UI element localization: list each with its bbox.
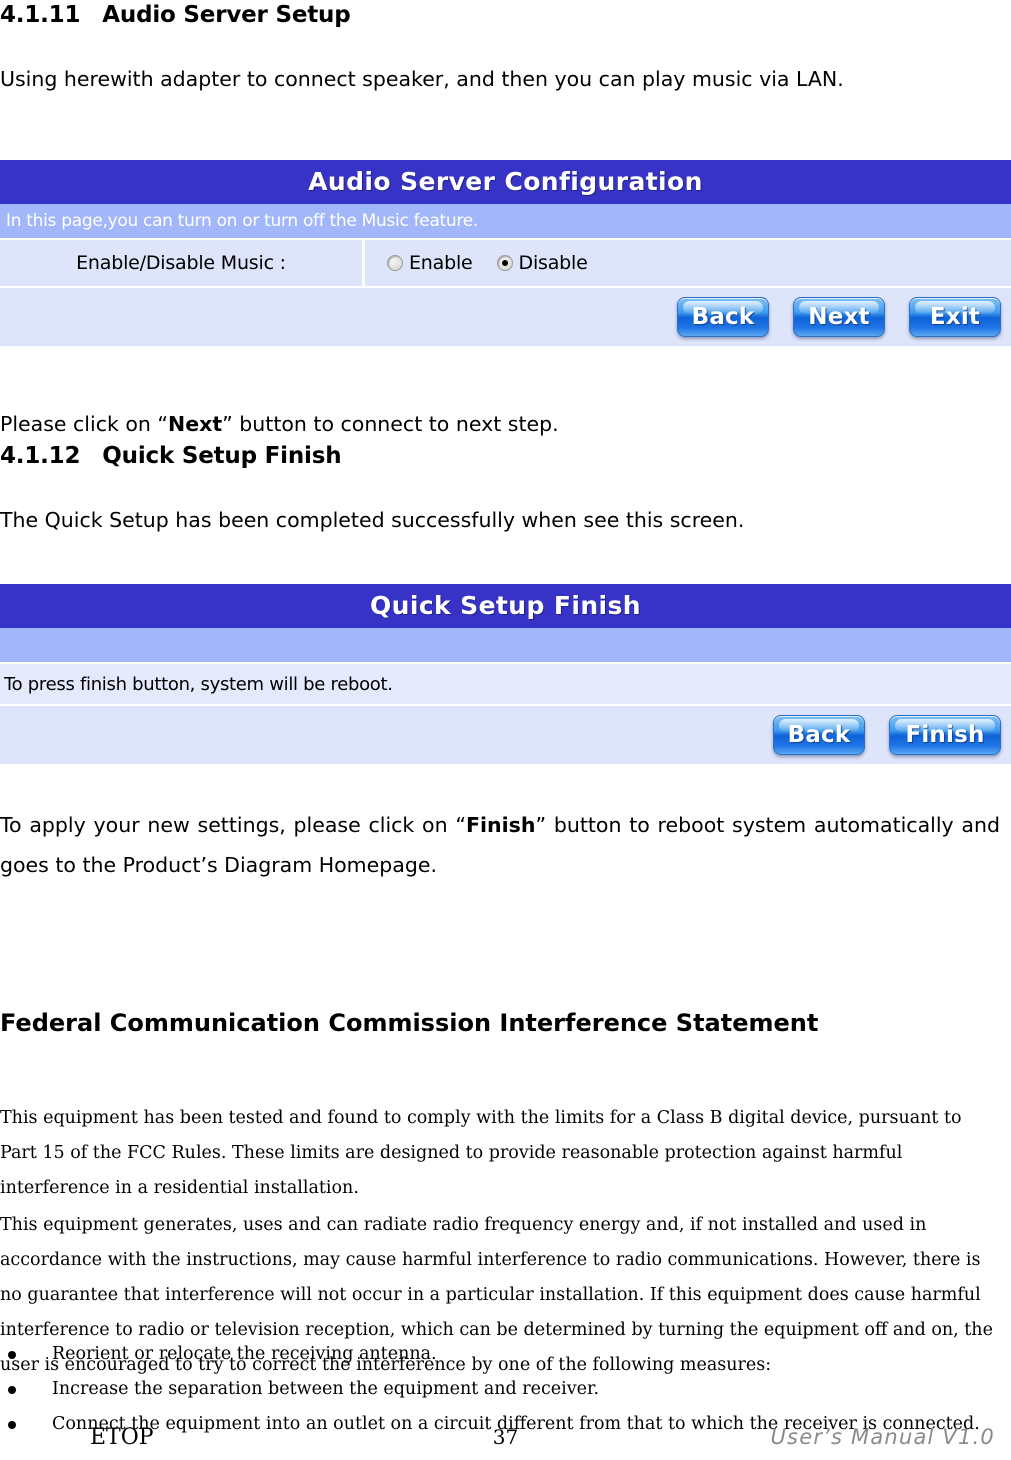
- section-heading-4-1-12: 4.1.12 Quick Setup Finish: [0, 443, 342, 469]
- bullet-icon: [8, 1350, 16, 1359]
- list-item: Increase the separation between the equi…: [0, 1372, 1005, 1407]
- back-button[interactable]: Back: [773, 715, 865, 755]
- radio-option-enable[interactable]: Enable: [387, 252, 473, 274]
- fcc-paragraph-1: This equipment has been tested and found…: [0, 1108, 962, 1198]
- enable-disable-music-label: Enable/Disable Music :: [0, 240, 365, 286]
- next-instruction: Please click on “Next” button to connect…: [0, 407, 1000, 441]
- finish-message: To press finish button, system will be r…: [4, 673, 393, 695]
- section-number: 4.1.12: [0, 443, 81, 469]
- radio-option-disable[interactable]: Disable: [496, 252, 588, 274]
- section-heading-4-1-11: 4.1.11 Audio Server Setup: [0, 2, 351, 28]
- exit-button[interactable]: Exit: [909, 297, 1001, 337]
- finish-button[interactable]: Finish: [889, 715, 1001, 755]
- footer-manual-version: User’s Manual V1.0: [770, 1425, 995, 1449]
- list-item: Reorient or relocate the receiving anten…: [0, 1337, 1005, 1372]
- finish-message-row: To press finish button, system will be r…: [0, 662, 1011, 704]
- radio-enable-icon[interactable]: [387, 255, 403, 271]
- radio-disable-label: Disable: [518, 252, 588, 274]
- panel-title: Audio Server Configuration: [0, 160, 1011, 204]
- finish-button-label: Finish: [905, 722, 985, 748]
- section-title: Quick Setup Finish: [102, 443, 342, 469]
- page-footer: ETOP 37 User’s Manual V1.0: [0, 1420, 1011, 1454]
- finish-panel-button-row: Back Finish: [0, 704, 1011, 764]
- back-button[interactable]: Back: [677, 297, 769, 337]
- section-number: 4.1.11: [0, 2, 81, 28]
- list-item-text: Reorient or relocate the receiving anten…: [52, 1344, 437, 1364]
- next-instruction-prefix: Please click on “: [0, 412, 169, 436]
- quick-setup-finish-panel: Quick Setup Finish To press finish butto…: [0, 584, 1011, 764]
- next-button-label: Next: [808, 304, 870, 330]
- back-button-label: Back: [787, 722, 851, 748]
- panel-subtitle: In this page,you can turn on or turn off…: [0, 204, 1011, 238]
- finish-instruction-prefix: To apply your new settings, please click…: [0, 813, 466, 837]
- bullet-icon: [8, 1385, 16, 1394]
- finish-instruction-bold: Finish: [465, 813, 536, 837]
- intro-paragraph: Using herewith adapter to connect speake…: [0, 67, 844, 91]
- enable-disable-music-row: Enable/Disable Music : Enable Disable: [0, 238, 1011, 286]
- back-button-label: Back: [691, 304, 755, 330]
- next-instruction-bold: Next: [168, 412, 223, 436]
- next-instruction-suffix: ” button to connect to next step.: [222, 412, 559, 436]
- manual-page: 4.1.11 Audio Server Setup Using herewith …: [0, 0, 1011, 1460]
- audio-panel-button-row: Back Next Exit: [0, 286, 1011, 346]
- audio-server-configuration-panel: Audio Server Configuration In this page,…: [0, 160, 1011, 346]
- panel-title: Quick Setup Finish: [0, 584, 1011, 628]
- enable-disable-music-options: Enable Disable: [365, 252, 1011, 274]
- next-button[interactable]: Next: [793, 297, 885, 337]
- fcc-heading: Federal Communication Commission Interfe…: [0, 1009, 819, 1037]
- section-title: Audio Server Setup: [102, 2, 351, 28]
- panel-subtitle: [0, 628, 1011, 662]
- radio-disable-icon[interactable]: [496, 255, 513, 271]
- radio-enable-label: Enable: [409, 252, 473, 274]
- exit-button-label: Exit: [929, 304, 981, 330]
- finish-instruction-paragraph: To apply your new settings, please click…: [0, 805, 1000, 885]
- list-item-text: Increase the separation between the equi…: [52, 1379, 600, 1399]
- finish-intro-paragraph: The Quick Setup has been completed succe…: [0, 508, 745, 532]
